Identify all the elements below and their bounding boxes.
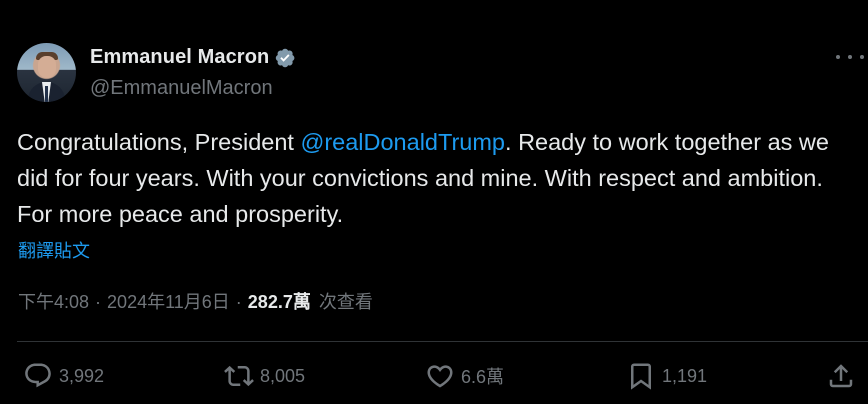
mention-link[interactable]: @realDonaldTrump bbox=[300, 129, 505, 155]
bookmark-button[interactable]: 1,191 bbox=[626, 358, 707, 394]
repost-count: 8,005 bbox=[260, 365, 306, 386]
tweet-text: Congratulations, President @realDonaldTr… bbox=[17, 124, 857, 232]
repost-icon bbox=[224, 365, 254, 387]
tweet-time[interactable]: 下午4:08 bbox=[18, 288, 89, 314]
repost-button[interactable]: 8,005 bbox=[224, 358, 305, 394]
share-icon bbox=[829, 364, 853, 388]
tweet: Emmanuel Macron @EmmanuelMacron Congratu… bbox=[0, 0, 868, 404]
bookmark-count: 1,191 bbox=[662, 365, 708, 386]
share-button[interactable] bbox=[826, 358, 856, 394]
like-icon bbox=[427, 365, 453, 388]
meta-separator: · bbox=[95, 292, 102, 312]
reply-count: 3,992 bbox=[59, 365, 105, 386]
author-handle[interactable]: @EmmanuelMacron bbox=[90, 77, 273, 100]
tweet-meta: 下午4:08 · 2024年11月6日 · 282.7萬 次查看 bbox=[18, 288, 373, 314]
like-button[interactable]: 6.6萬 bbox=[425, 358, 504, 394]
like-count: 6.6萬 bbox=[461, 367, 505, 387]
author-name-row: Emmanuel Macron bbox=[90, 46, 296, 69]
views-count[interactable]: 282.7萬 bbox=[248, 288, 311, 314]
bookmark-icon bbox=[631, 363, 651, 390]
reply-button[interactable]: 3,992 bbox=[23, 358, 104, 394]
tweet-date[interactable]: 2024年11月6日 bbox=[107, 288, 230, 314]
views-label: 次查看 bbox=[318, 292, 373, 312]
divider bbox=[17, 341, 868, 342]
more-icon[interactable] bbox=[836, 47, 864, 67]
tweet-text-before: Congratulations, President bbox=[17, 129, 301, 155]
meta-separator: · bbox=[235, 292, 242, 312]
avatar[interactable] bbox=[17, 43, 76, 102]
action-bar: 3,992 8,005 6.6萬 1,191 bbox=[0, 358, 868, 394]
translate-post-link[interactable]: 翻譯貼文 bbox=[18, 237, 90, 263]
author-display-name[interactable]: Emmanuel Macron bbox=[90, 46, 269, 69]
verified-badge-icon[interactable] bbox=[274, 47, 296, 69]
reply-icon bbox=[25, 363, 51, 388]
